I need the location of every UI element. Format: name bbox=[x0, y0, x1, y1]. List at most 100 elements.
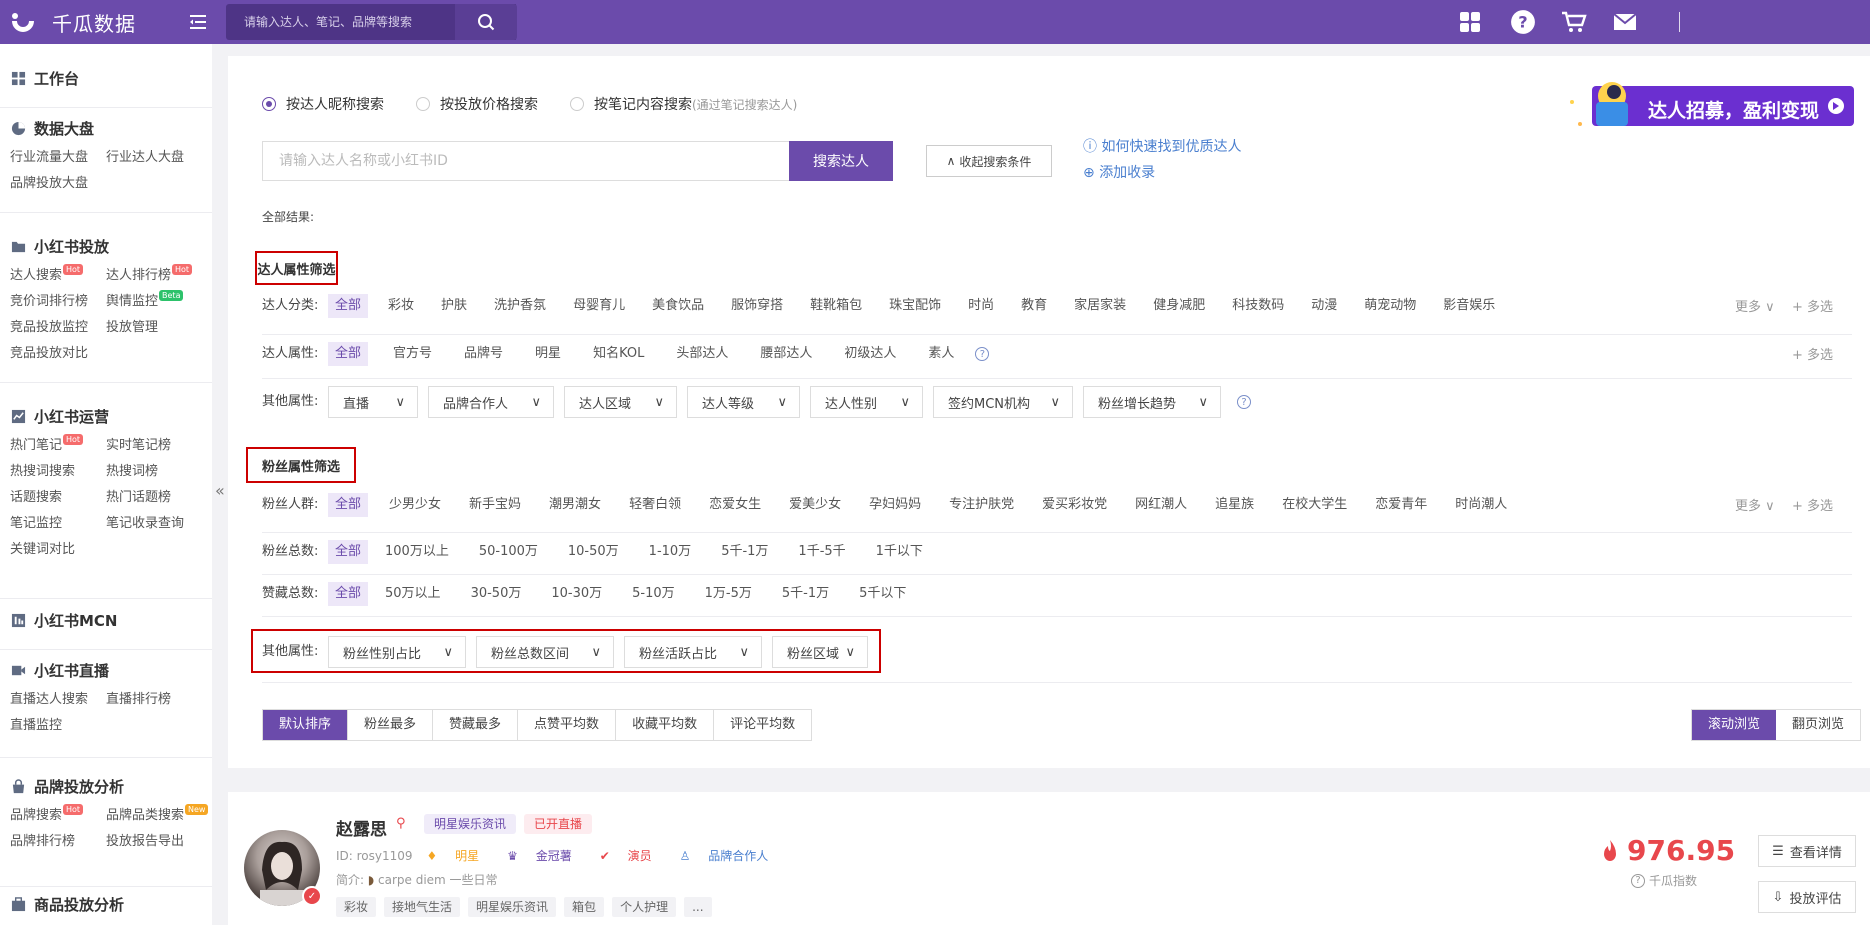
sort-tab-likes[interactable]: 赞藏最多 bbox=[433, 710, 519, 740]
dropdown-fan-active[interactable]: 粉丝活跃占比 ∨ bbox=[624, 636, 762, 668]
sort-tab-avg-likes[interactable]: 点赞平均数 bbox=[518, 710, 617, 740]
sidebar-link[interactable]: 热搜词搜索 bbox=[10, 462, 106, 482]
search-mode-price[interactable]: 按投放价格搜索 bbox=[416, 94, 538, 114]
sidebar-link[interactable]: 竞品投放监控 bbox=[10, 318, 106, 338]
sort-tab-avg-collects[interactable]: 收藏平均数 bbox=[616, 710, 715, 740]
sidebar-section-product-ads[interactable]: 商品投放分析 bbox=[0, 892, 212, 916]
filter-chip[interactable]: 100万以上 bbox=[378, 540, 456, 564]
filter-chip[interactable]: 爱美少女 bbox=[782, 493, 848, 517]
question-circle-icon[interactable]: ? bbox=[1631, 873, 1645, 888]
multi-select-button[interactable]: + 多选 bbox=[1792, 344, 1833, 363]
sidebar-item-sentiment[interactable]: 舆情监控 Beta bbox=[106, 290, 216, 312]
filter-chip[interactable]: 恋爱女生 bbox=[702, 493, 768, 517]
filter-chip[interactable]: 腰部达人 bbox=[753, 342, 819, 366]
filter-chip[interactable]: 全部 bbox=[328, 540, 369, 564]
filter-chip[interactable]: 素人 bbox=[921, 342, 961, 366]
more-button[interactable]: 更多 ∨ bbox=[1735, 296, 1775, 315]
sidebar-link[interactable]: 笔记收录查询 bbox=[106, 514, 216, 534]
filter-chip[interactable]: 时尚潮人 bbox=[1448, 493, 1514, 517]
filter-chip[interactable]: 轻奢白领 bbox=[622, 493, 688, 517]
sort-tab-avg-comments[interactable]: 评论平均数 bbox=[714, 710, 811, 740]
dropdown-gender[interactable]: 达人性别 ∨ bbox=[810, 386, 923, 418]
sidebar-link[interactable]: 热搜词榜 bbox=[106, 462, 216, 482]
filter-chip[interactable]: 网红潮人 bbox=[1128, 493, 1194, 517]
dropdown-fan-total-range[interactable]: 粉丝总数区间 ∨ bbox=[476, 636, 614, 668]
collapse-filters-button[interactable]: ∧ 收起搜索条件 bbox=[926, 145, 1052, 177]
filter-chip[interactable]: 在校大学生 bbox=[1275, 493, 1354, 517]
sort-tab-fans[interactable]: 粉丝最多 bbox=[348, 710, 434, 740]
filter-chip[interactable]: 孕妇妈妈 bbox=[862, 493, 928, 517]
filter-chip[interactable]: 官方号 bbox=[386, 342, 439, 366]
filter-chip[interactable]: 50万以上 bbox=[378, 582, 448, 606]
filter-chip[interactable]: 1-10万 bbox=[642, 540, 699, 564]
filter-chip[interactable]: 动漫 bbox=[1304, 294, 1344, 318]
filter-chip[interactable]: 洗护香氛 bbox=[487, 294, 553, 318]
filter-chip[interactable]: 5-10万 bbox=[625, 582, 682, 606]
filter-chip[interactable]: 科技数码 bbox=[1225, 294, 1291, 318]
sidebar-link[interactable]: 直播监控 bbox=[10, 716, 106, 736]
filter-chip[interactable]: 健身减肥 bbox=[1146, 294, 1212, 318]
help-question-icon[interactable]: ? bbox=[1237, 395, 1251, 409]
cart-icon[interactable] bbox=[1561, 9, 1587, 35]
filter-chip[interactable]: 5千-1万 bbox=[775, 582, 836, 606]
filter-chip[interactable]: 彩妆 bbox=[381, 294, 421, 318]
sidebar-link[interactable]: 热门话题榜 bbox=[106, 488, 216, 508]
filter-chip[interactable]: 1万-5万 bbox=[698, 582, 759, 606]
global-search-button[interactable] bbox=[455, 4, 517, 40]
influencer-card[interactable]: ✓ 赵露思 ⚲ 明星娱乐资讯 已开直播 ID: rosy1109 ♦ 明星 ♛ … bbox=[228, 792, 1870, 925]
filter-chip[interactable]: 1千-5千 bbox=[791, 540, 852, 564]
dropdown-level[interactable]: 达人等级 ∨ bbox=[687, 386, 800, 418]
sort-tab-default[interactable]: 默认排序 bbox=[263, 710, 349, 740]
filter-chip[interactable]: 明星 bbox=[528, 342, 568, 366]
sidebar-link[interactable]: 直播达人搜索 bbox=[10, 690, 106, 710]
filter-chip[interactable]: 1千以下 bbox=[869, 540, 930, 564]
dropdown-fan-growth[interactable]: 粉丝增长趋势 ∨ bbox=[1083, 386, 1221, 418]
sidebar-link[interactable]: 笔记监控 bbox=[10, 514, 106, 534]
view-scroll-button[interactable]: 滚动浏览 bbox=[1692, 710, 1777, 740]
search-influencer-button[interactable]: 搜索达人 bbox=[789, 141, 893, 181]
filter-chip[interactable]: 5千-1万 bbox=[714, 540, 775, 564]
sidebar-link[interactable]: 行业达人大盘 bbox=[106, 148, 216, 168]
filter-chip[interactable]: 少男少女 bbox=[382, 493, 448, 517]
sidebar-link[interactable]: 投放管理 bbox=[106, 318, 216, 338]
sidebar-item-hot-notes[interactable]: 热门笔记 Hot bbox=[10, 434, 106, 456]
filter-chip[interactable]: 新手宝妈 bbox=[462, 493, 528, 517]
filter-chip[interactable]: 珠宝配饰 bbox=[882, 294, 948, 318]
view-page-button[interactable]: 翻页浏览 bbox=[1776, 710, 1860, 740]
sidebar-link[interactable]: 竞品投放对比 bbox=[10, 344, 106, 364]
filter-chip[interactable]: 初级达人 bbox=[837, 342, 903, 366]
sidebar-item-influencer-rank[interactable]: 达人排行榜 Hot bbox=[106, 264, 216, 286]
sidebar-link[interactable]: 直播排行榜 bbox=[106, 690, 216, 710]
multi-select-button[interactable]: + 多选 bbox=[1792, 296, 1833, 315]
filter-chip[interactable]: 服饰穿搭 bbox=[724, 294, 790, 318]
mail-icon[interactable] bbox=[1612, 9, 1638, 35]
apps-grid-icon[interactable] bbox=[1457, 9, 1483, 35]
sidebar-link[interactable]: 实时笔记榜 bbox=[106, 436, 216, 456]
filter-chip[interactable]: 追星族 bbox=[1208, 493, 1261, 517]
dropdown-brand-partner[interactable]: 品牌合作人 ∨ bbox=[428, 386, 554, 418]
filter-chip[interactable]: 时尚 bbox=[961, 294, 1001, 318]
filter-chip[interactable]: 头部达人 bbox=[669, 342, 735, 366]
influencer-name[interactable]: 赵露思 bbox=[336, 815, 387, 840]
filter-chip[interactable]: 10-30万 bbox=[544, 582, 609, 606]
help-question-icon[interactable]: ? bbox=[975, 347, 990, 361]
sidebar-link[interactable]: 投放报告导出 bbox=[106, 832, 216, 852]
sidebar-item-influencer-search[interactable]: 达人搜索 Hot bbox=[10, 264, 106, 286]
sidebar-link[interactable]: 品牌投放大盘 bbox=[10, 174, 106, 194]
sidebar-link[interactable]: 竞价词排行榜 bbox=[10, 292, 106, 312]
sidebar-workbench[interactable]: 工作台 bbox=[0, 66, 212, 90]
filter-chip[interactable]: 教育 bbox=[1014, 294, 1054, 318]
filter-chip[interactable]: 美食饮品 bbox=[645, 294, 711, 318]
dropdown-fan-region[interactable]: 粉丝区域 ∨ bbox=[772, 636, 868, 668]
filter-chip[interactable]: 潮男潮女 bbox=[542, 493, 608, 517]
help-link[interactable]: ⓘ 如何快速找到优质达人 bbox=[1083, 136, 1241, 156]
filter-chip[interactable]: 10-50万 bbox=[561, 540, 626, 564]
multi-select-button[interactable]: + 多选 bbox=[1792, 495, 1833, 514]
filter-chip[interactable]: 30-50万 bbox=[464, 582, 529, 606]
filter-chip[interactable]: 全部 bbox=[328, 493, 369, 517]
ad-evaluation-button[interactable]: ⇩ 投放评估 bbox=[1758, 881, 1856, 913]
dropdown-region[interactable]: 达人区域 ∨ bbox=[564, 386, 677, 418]
filter-chip[interactable]: 母婴育儿 bbox=[566, 294, 632, 318]
filter-chip[interactable]: 5千以下 bbox=[852, 582, 913, 606]
more-button[interactable]: 更多 ∨ bbox=[1735, 495, 1775, 514]
